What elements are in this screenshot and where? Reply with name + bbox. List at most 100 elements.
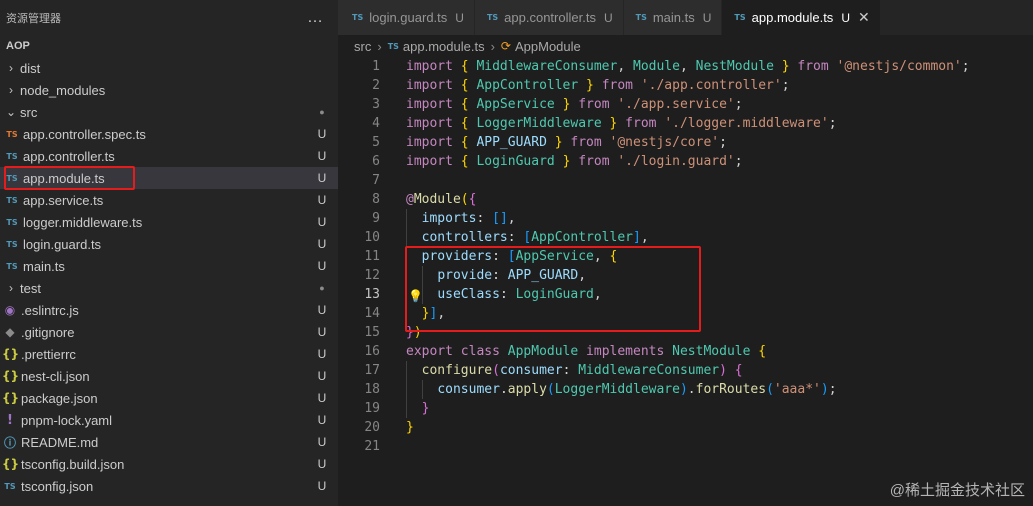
line-number: 21	[364, 439, 380, 454]
indent-guide	[406, 285, 407, 304]
folder-name: src	[20, 104, 38, 120]
code-line[interactable]: 11 providers: [AppService, {	[338, 247, 1033, 266]
workspace-section-header[interactable]: AOP	[0, 35, 338, 57]
code-text: import { AppService } from './app.servic…	[406, 97, 743, 112]
chevron-down-icon[interactable]: ⌄	[4, 105, 18, 119]
more-actions-icon[interactable]: …	[307, 9, 324, 27]
code-text: import { MiddlewareConsumer, Module, Nes…	[406, 59, 970, 74]
file-name: app.controller.spec.ts	[23, 126, 146, 142]
file-item[interactable]: {} package.json U	[0, 387, 338, 409]
code-text: useClass: LoginGuard,	[437, 287, 602, 302]
code-text: providers: [AppService, {	[421, 249, 618, 264]
code-line[interactable]: 5 import { APP_GUARD } from '@nestjs/core…	[338, 133, 1033, 152]
editor-tab[interactable]: TS main.ts U	[623, 0, 723, 35]
file-item[interactable]: {} .prettierrc U	[0, 343, 338, 365]
code-line[interactable]: 13 💡 useClass: LoginGuard,	[338, 285, 1033, 304]
file-name: app.module.ts	[23, 170, 105, 186]
file-tree: › dist › node_modules ⌄ src ● TS app.controller.…	[0, 57, 338, 497]
file-item[interactable]: ◉ .eslintrc.js U	[0, 299, 338, 321]
code-line[interactable]: 17 configure(consumer: MiddlewareConsume…	[338, 361, 1033, 380]
code-line[interactable]: 4 import { LoggerMiddleware } from './log…	[338, 114, 1033, 133]
code-line[interactable]: 6 import { LoginGuard } from './login.gua…	[338, 152, 1033, 171]
git-status-badge: U	[317, 303, 327, 317]
line-number: 10	[364, 230, 380, 245]
code-line[interactable]: 16 export class AppModule implements Nest…	[338, 342, 1033, 361]
breadcrumb-folder[interactable]: src	[354, 39, 371, 54]
file-item[interactable]: ⓘ README.md U	[0, 431, 338, 453]
tab-label: login.guard.ts	[369, 10, 448, 25]
indent-guide	[406, 247, 407, 266]
file-item[interactable]: {} nest-cli.json U	[0, 365, 338, 387]
editor-tab[interactable]: TS login.guard.ts U	[338, 0, 475, 35]
file-name: .prettierrc	[21, 346, 76, 362]
breadcrumb-file[interactable]: app.module.ts	[403, 39, 485, 54]
file-item[interactable]: TS tsconfig.json U	[0, 475, 338, 497]
tab-status-badge: U	[841, 10, 850, 25]
typescript-file-icon: TS	[486, 13, 499, 22]
explorer-header: 资源管理器 …	[0, 0, 338, 35]
file-item[interactable]: TS app.service.ts U	[0, 189, 338, 211]
git-status-badge: U	[317, 149, 327, 163]
close-icon[interactable]: ✕	[858, 9, 870, 26]
editor-tab[interactable]: TS app.controller.ts U	[474, 0, 624, 35]
json-file-icon: {}	[2, 347, 20, 361]
folder-item[interactable]: › dist	[0, 57, 338, 79]
editor-tabs: TS login.guard.ts U TS app.controller.ts U TS m…	[338, 0, 1033, 35]
code-text: import { LoggerMiddleware } from './logg…	[406, 116, 837, 131]
code-line[interactable]: 7	[338, 171, 1033, 190]
chevron-right-icon[interactable]: ›	[4, 83, 18, 97]
line-number: 5	[372, 135, 380, 150]
git-status-badge: U	[317, 193, 327, 207]
file-name: pnpm-lock.yaml	[21, 412, 113, 428]
folder-item[interactable]: ⌄ src ●	[0, 101, 338, 123]
folder-item[interactable]: › node_modules	[0, 79, 338, 101]
file-item[interactable]: ◆ .gitignore U	[0, 321, 338, 343]
code-line[interactable]: 3 import { AppService } from './app.servi…	[338, 95, 1033, 114]
breadcrumb-symbol[interactable]: AppModule	[515, 39, 581, 54]
file-item[interactable]: TS app.controller.ts U	[0, 145, 338, 167]
folder-name: test	[20, 280, 41, 296]
folder-item[interactable]: › test ●	[0, 277, 338, 299]
code-line[interactable]: 9 imports: [],	[338, 209, 1033, 228]
file-item[interactable]: TS logger.middleware.ts U	[0, 211, 338, 233]
code-line[interactable]: 12 provide: APP_GUARD,	[338, 266, 1033, 285]
code-line[interactable]: 15})	[338, 323, 1033, 342]
code-line[interactable]: 20}	[338, 418, 1033, 437]
code-line[interactable]: 14 }],	[338, 304, 1033, 323]
typescript-file-icon: TS	[6, 173, 18, 183]
file-item[interactable]: TS app.module.ts U	[0, 167, 338, 189]
git-status-badge: U	[317, 391, 327, 405]
file-item[interactable]: TS main.ts U	[0, 255, 338, 277]
code-text: configure(consumer: MiddlewareConsumer) …	[421, 363, 743, 378]
file-item[interactable]: ! pnpm-lock.yaml U	[0, 409, 338, 431]
typescript-file-icon: TS	[6, 261, 18, 271]
line-number: 2	[372, 78, 380, 93]
file-name: logger.middleware.ts	[23, 214, 143, 230]
line-number: 16	[364, 344, 380, 359]
file-name: tsconfig.json	[21, 478, 94, 494]
code-text: export class AppModule implements NestMo…	[406, 344, 767, 359]
code-text: import { LoginGuard } from './login.guar…	[406, 154, 743, 169]
file-name: nest-cli.json	[21, 368, 90, 384]
file-item[interactable]: {} tsconfig.build.json U	[0, 453, 338, 475]
code-text: consumer.apply(LoggerMiddleware).forRout…	[437, 382, 837, 397]
editor-tab[interactable]: TS app.module.ts U ✕	[722, 0, 881, 35]
code-line[interactable]: 8 @Module({	[338, 190, 1033, 209]
code-line[interactable]: 10 controllers: [AppController],	[338, 228, 1033, 247]
code-line[interactable]: 1 import { MiddlewareConsumer, Module, Ne…	[338, 57, 1033, 76]
code-text: }],	[421, 306, 446, 321]
code-line[interactable]: 2 import { AppController } from './app.co…	[338, 76, 1033, 95]
line-number: 13	[364, 287, 380, 302]
line-number: 20	[364, 420, 380, 435]
code-text: })	[406, 325, 422, 340]
code-editor[interactable]: 1 import { MiddlewareConsumer, Module, Ne…	[338, 57, 1033, 456]
file-item[interactable]: TS app.controller.spec.ts U	[0, 123, 338, 145]
line-number: 6	[372, 154, 380, 169]
code-line[interactable]: 21	[338, 437, 1033, 456]
file-name: README.md	[21, 434, 99, 450]
file-item[interactable]: TS login.guard.ts U	[0, 233, 338, 255]
chevron-right-icon[interactable]: ›	[4, 61, 18, 75]
code-line[interactable]: 19 }	[338, 399, 1033, 418]
code-line[interactable]: 18 consumer.apply(LoggerMiddleware).forR…	[338, 380, 1033, 399]
chevron-right-icon[interactable]: ›	[4, 281, 18, 295]
